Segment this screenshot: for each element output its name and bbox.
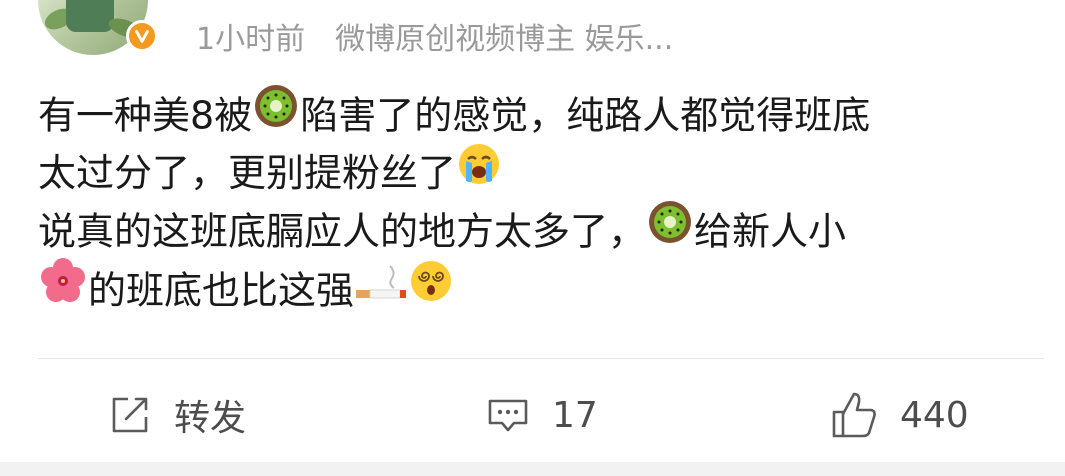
post-text: 陷害了的感觉，纯路人都觉得班底 — [300, 93, 871, 138]
comment-button[interactable]: 17 — [486, 380, 598, 450]
like-count: 440 — [900, 394, 969, 436]
repost-button[interactable]: 转发 — [108, 380, 246, 450]
post-text: 的班底也比这强 — [88, 268, 355, 313]
hibiscus-emoji — [38, 256, 88, 322]
post-text: 太过分了，更别提粉丝了 — [38, 151, 457, 195]
comment-count: 17 — [552, 394, 598, 436]
action-bar: 转发 17 440 — [0, 380, 1065, 450]
dizzy-face-emoji — [408, 258, 454, 320]
post-line: 的班底也比这强 — [38, 258, 1038, 320]
post-content: 有一种美8被 陷害了的感觉，纯路人都觉得班底 太过分了，更别提粉丝了 说真的这班底… — [38, 85, 1038, 320]
post-meta: 1小时前 微博原创视频博主 娱乐... — [196, 14, 673, 58]
divider — [38, 358, 1044, 359]
repost-icon — [112, 397, 148, 433]
post-time: 1小时前 — [196, 22, 306, 57]
avatar-decoration — [66, 0, 114, 32]
post-text: 说真的这班底膈应人的地方太多了， — [38, 209, 647, 254]
verified-badge-icon — [126, 20, 158, 52]
kiwi-emoji — [646, 198, 694, 262]
post-text: 给新人小 — [694, 209, 847, 254]
comment-icon — [488, 399, 528, 432]
cigarette-emoji — [354, 260, 408, 318]
post-line: 有一种美8被 陷害了的感觉，纯路人都觉得班底 — [38, 85, 1038, 144]
like-button[interactable]: 440 — [830, 380, 969, 450]
post-text: 有一种美8被 — [38, 93, 253, 138]
avatar-container[interactable] — [38, 0, 158, 55]
bottom-strip — [0, 462, 1065, 476]
repost-label: 转发 — [174, 398, 247, 439]
crying-emoji — [456, 141, 502, 203]
post-line: 说真的这班底膈应人的地方太多了， 给新人小 — [38, 201, 1038, 260]
post-line: 太过分了，更别提粉丝了 — [38, 141, 1038, 203]
post-source[interactable]: 微博原创视频博主 娱乐... — [335, 14, 673, 58]
kiwi-emoji — [252, 82, 300, 146]
thumbs-up-icon — [832, 392, 876, 438]
